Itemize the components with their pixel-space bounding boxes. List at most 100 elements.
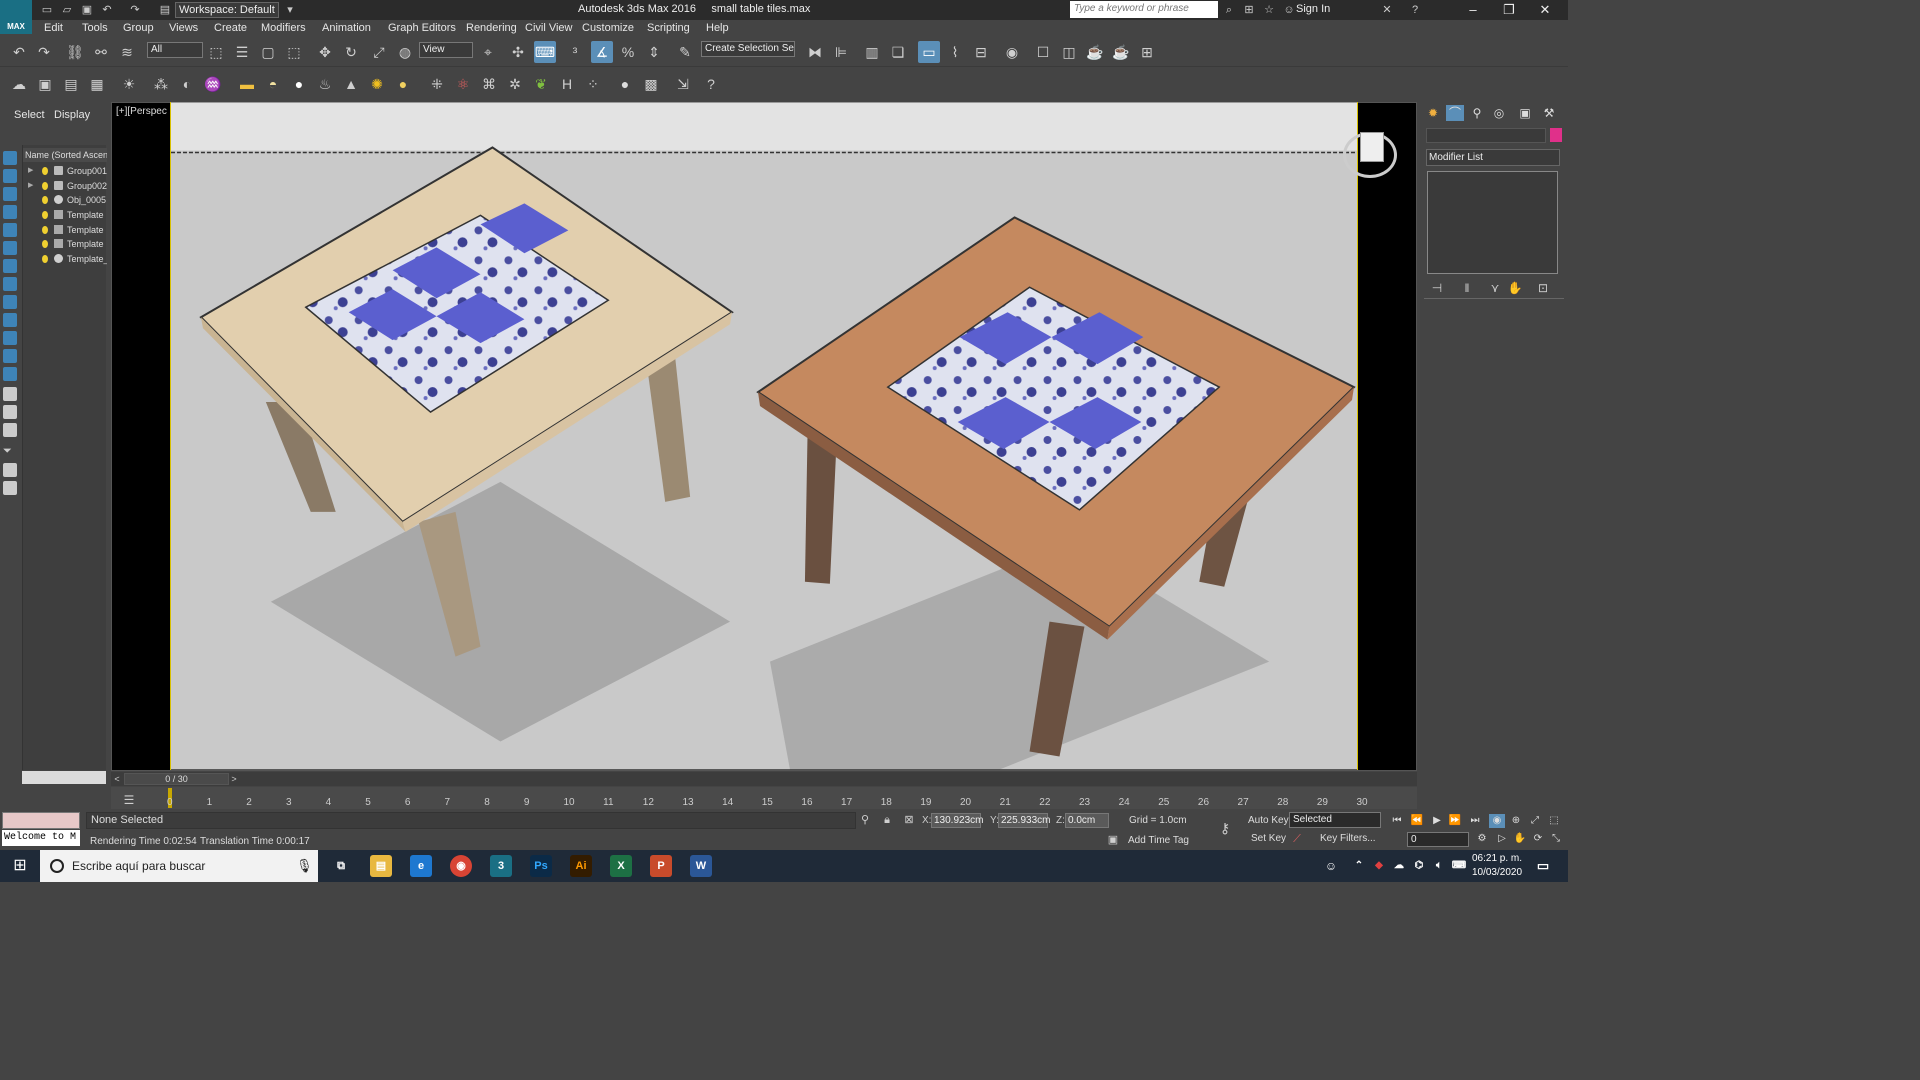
render-iterative-icon[interactable]: ☕ (1110, 41, 1132, 63)
hair-icon[interactable]: ♒ (202, 73, 224, 95)
orbit-icon[interactable]: ⟳ (1530, 832, 1546, 846)
material-sphere-icon[interactable]: ● (614, 73, 636, 95)
chrome-icon[interactable]: ◉ (450, 855, 472, 877)
time-slider-track[interactable] (111, 772, 1417, 786)
y-coordinate-field[interactable]: 225.933cm (998, 813, 1050, 828)
strip-icon-7[interactable] (3, 259, 17, 273)
link-icon[interactable]: ⛓ (64, 41, 86, 63)
rendered-frame-window-icon[interactable]: ◫ (1058, 41, 1080, 63)
go-to-end-icon[interactable]: ⏭ (1467, 814, 1483, 828)
unlink-icon[interactable]: ⚯ (90, 41, 112, 63)
viewcube-icon[interactable] (1360, 132, 1384, 162)
taskbar-search-input[interactable]: Escribe aquí para buscar 🎙︎ (40, 850, 318, 882)
scene-column-header[interactable]: Name (Sorted Ascen (23, 148, 107, 162)
menu-group[interactable]: Group (123, 22, 154, 34)
light-bulb-icon[interactable] (42, 167, 48, 175)
file-explorer-icon[interactable]: ▤ (370, 855, 392, 877)
select-manipulate-icon[interactable]: ✣ (507, 41, 529, 63)
create-tab-icon[interactable]: ✹ (1424, 105, 1442, 121)
new-file-icon[interactable]: ▭ (40, 3, 54, 17)
infocenter-search-input[interactable]: Type a keyword or phrase (1070, 1, 1218, 18)
strip-icon-17[interactable] (3, 463, 17, 477)
pin-stack-icon[interactable]: ⊣ (1426, 277, 1448, 299)
time-configuration-icon[interactable]: ⚙ (1474, 832, 1490, 846)
percent-snap-icon[interactable]: % (617, 41, 639, 63)
light-bulb-icon[interactable] (42, 255, 48, 263)
fur-icon[interactable]: ⌘ (478, 73, 500, 95)
checker-icon[interactable]: ▩ (640, 73, 662, 95)
light-icon[interactable]: ☀ (118, 73, 140, 95)
create-panel-shortcut-icon[interactable]: ☁ (8, 73, 30, 95)
plant-icon[interactable]: ❦ (530, 73, 552, 95)
strip-icon-4[interactable] (3, 205, 17, 219)
light-bulb-icon[interactable] (42, 211, 48, 219)
menu-rendering[interactable]: Rendering (466, 22, 517, 34)
people-icon[interactable]: ☺ (1320, 855, 1342, 877)
tab-display[interactable]: Display (54, 109, 90, 121)
auto-key-button[interactable]: Auto Key (1248, 815, 1289, 826)
toggle-scene-explorer-icon[interactable]: ▥ (861, 41, 883, 63)
strip-icon-9[interactable] (3, 295, 17, 309)
strip-icon-14[interactable] (3, 387, 17, 401)
zoom-all-icon[interactable]: ⤢ (1527, 814, 1543, 828)
utilities-tab-icon[interactable]: ⚒ (1540, 105, 1558, 121)
cone-icon[interactable]: ▲ (340, 73, 362, 95)
render-in-cloud-icon[interactable]: ⊞ (1136, 41, 1158, 63)
workspace-dropdown[interactable]: Workspace: Default (175, 2, 279, 18)
maximize-toggle-icon[interactable]: ⤡ (1548, 832, 1564, 846)
strip-icon-15[interactable] (3, 405, 17, 419)
scene-item[interactable]: Template (23, 237, 107, 251)
expand-arrow-icon[interactable]: ▶ (28, 164, 33, 178)
scene-item[interactable]: ▶ Group002 (23, 179, 107, 193)
tray-chevron-icon[interactable]: ⌃ (1348, 855, 1370, 877)
illustrator-icon[interactable]: Ai (570, 855, 592, 877)
task-view-icon[interactable]: ⧉ (330, 855, 352, 877)
undo-icon[interactable]: ↶ (8, 41, 30, 63)
strip-icon-11[interactable] (3, 331, 17, 345)
close-button[interactable]: ✕ (1530, 1, 1560, 19)
go-to-start-icon[interactable]: ⏮ (1389, 814, 1405, 828)
restore-button[interactable]: ❐ (1494, 1, 1524, 19)
time-slider-thumb[interactable]: 0 / 30 (124, 773, 229, 785)
project-folder-icon[interactable]: ▤ (158, 3, 172, 17)
edge-icon[interactable]: e (410, 855, 432, 877)
set-key-filter-icon[interactable]: ⚷ (1214, 817, 1236, 839)
render-setup-icon[interactable]: ☐ (1032, 41, 1054, 63)
maxscript-listener-input[interactable] (2, 812, 80, 829)
pan-icon[interactable]: ✋ (1512, 832, 1528, 846)
rectangular-selection-icon[interactable]: ▢ (257, 41, 279, 63)
tray-app-icon[interactable]: ◆ (1368, 855, 1390, 877)
bind-space-warp-icon[interactable]: ≋ (116, 41, 138, 63)
field-of-view-icon[interactable]: ▷ (1494, 832, 1510, 846)
reference-coordinate-dropdown[interactable]: View (419, 42, 473, 58)
show-end-result-icon[interactable]: ‖ (1456, 277, 1478, 299)
powerpoint-icon[interactable]: P (650, 855, 672, 877)
menu-animation[interactable]: Animation (322, 22, 371, 34)
place-icon[interactable]: ◍ (394, 41, 416, 63)
sphere-icon[interactable]: ● (288, 73, 310, 95)
light-bulb-icon[interactable] (42, 196, 48, 204)
maxscript-output[interactable]: Welcome to M (2, 830, 80, 846)
plane-icon[interactable]: ▬ (236, 73, 258, 95)
strip-icon-8[interactable] (3, 277, 17, 291)
isolate-selection-icon[interactable]: ⚲ (856, 811, 874, 829)
photoshop-icon[interactable]: Ps (530, 855, 552, 877)
max-logo-icon[interactable]: MAX (0, 0, 32, 34)
proxy-icon[interactable]: ⁜ (426, 73, 448, 95)
sign-in-button[interactable]: Sign In (1296, 3, 1330, 15)
spinner-snap-icon[interactable]: ⇕ (643, 41, 665, 63)
tab-select[interactable]: Select (14, 109, 45, 121)
set-key-button[interactable]: Set Key (1251, 833, 1286, 844)
select-by-name-icon[interactable]: ☰ (231, 41, 253, 63)
modifier-stack[interactable] (1427, 171, 1558, 274)
selection-filter-dropdown[interactable]: All (147, 42, 203, 58)
viewport-label[interactable]: [+][Perspec (116, 106, 167, 117)
snaps-toggle-icon[interactable]: ³ (564, 41, 586, 63)
strip-icon-16[interactable] (3, 423, 17, 437)
excel-icon[interactable]: X (610, 855, 632, 877)
scene-item[interactable]: Template (23, 223, 107, 237)
scene-item[interactable]: Template_ (23, 252, 107, 266)
help-circle-icon[interactable]: ? (700, 73, 722, 95)
material-editor-icon[interactable]: ◉ (1001, 41, 1023, 63)
curve-editor-icon[interactable]: ⌇ (944, 41, 966, 63)
